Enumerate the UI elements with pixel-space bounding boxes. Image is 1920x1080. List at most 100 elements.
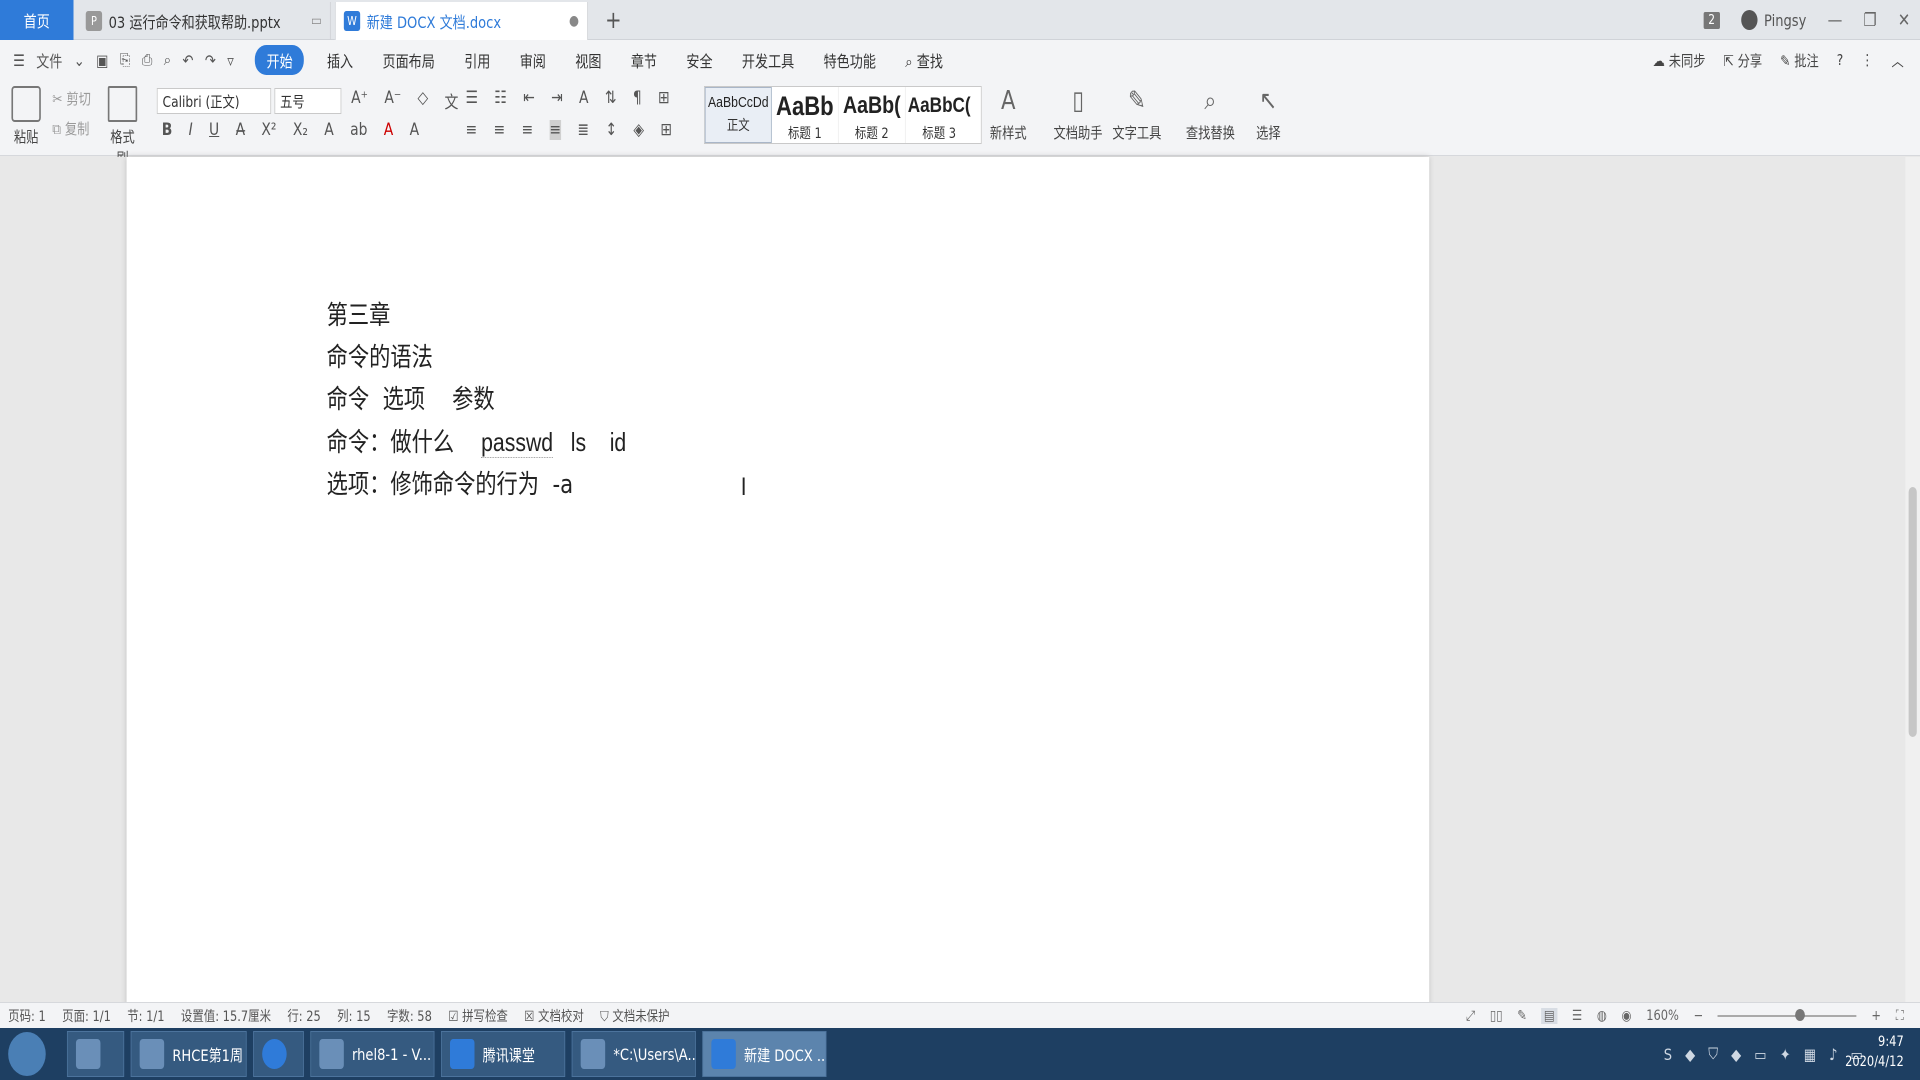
cut-button[interactable]: ✂ 剪切 (52, 88, 91, 109)
status-pages[interactable]: 页面: 1/1 (54, 1006, 119, 1026)
help-icon[interactable]: ? (1837, 51, 1844, 69)
taskbar-item[interactable]: *C:\Users\A... (571, 1031, 696, 1077)
print-icon[interactable]: ⎙ (142, 50, 152, 70)
search-command[interactable]: ⌕ 查找 (891, 48, 958, 72)
tray-chat-icon[interactable]: ▭ (1754, 1045, 1766, 1064)
sort-icon[interactable]: ⇅ (605, 88, 617, 108)
document-page[interactable]: 第三章 命令的语法 命令 选项 参数 命令：做什么 passwd ls id 选… (126, 157, 1430, 1010)
distribute-icon[interactable]: ≣ (577, 120, 589, 140)
subscript-icon[interactable]: X₂ (293, 120, 308, 140)
chinese-layout-icon[interactable]: A (579, 88, 589, 108)
tab-page-layout[interactable]: 页面布局 (368, 48, 450, 72)
tab-home[interactable]: 首页 (0, 0, 74, 40)
superscript-icon[interactable]: X² (261, 120, 276, 140)
file-menu[interactable]: 文件 (36, 48, 62, 72)
new-tab-button[interactable]: + (600, 4, 626, 36)
scrollbar-thumb[interactable] (1908, 487, 1917, 737)
align-left-icon[interactable]: ≡ (466, 120, 478, 140)
highlight-icon[interactable]: ab (350, 120, 367, 140)
status-setting[interactable]: 设置值: 15.7厘米 (173, 1006, 279, 1026)
paste-button[interactable]: 粘贴 (10, 86, 43, 147)
text-tools-button[interactable]: ✎ 文字工具 (1112, 84, 1161, 143)
share-button[interactable]: ⇱ 分享 (1723, 50, 1762, 71)
tray-app-icon[interactable]: ◆ (1731, 1045, 1741, 1064)
sync-button[interactable]: ☁ 未同步 (1653, 50, 1706, 71)
zoom-slider[interactable] (1717, 1009, 1857, 1021)
tab-docx[interactable]: W 新建 DOCX 文档.docx ● (334, 2, 589, 40)
tray-app-icon[interactable]: ◆ (1685, 1045, 1695, 1064)
line-spacing-icon[interactable]: ↕ (605, 120, 617, 140)
protect-button[interactable]: ⛉ 文档未保护 (592, 1006, 678, 1026)
strikethrough-icon[interactable]: A̶ (236, 120, 246, 140)
align-center-icon[interactable]: ≡ (493, 120, 505, 140)
redo-icon[interactable]: ↷ (205, 51, 216, 70)
undo-icon[interactable]: ↶ (183, 51, 194, 70)
tab-insert[interactable]: 插入 (312, 48, 368, 72)
proofread-button[interactable]: ☒ 文档校对 (516, 1006, 592, 1026)
taskbar-pinned-app[interactable] (66, 1031, 125, 1077)
style-heading-1[interactable]: AaBb 标题 1 (772, 87, 839, 143)
tab-unsaved-dot-icon[interactable]: ● (569, 13, 579, 29)
select-button[interactable]: ↖ 选择 (1254, 84, 1282, 143)
customize-qat-icon[interactable]: ▿ (227, 51, 234, 70)
taskbar-item[interactable]: rhel8-1 - V... (310, 1031, 435, 1077)
align-right-icon[interactable]: ≡ (521, 120, 533, 140)
outline-view-icon[interactable]: ☰ (1572, 1008, 1582, 1024)
style-normal[interactable]: AaBbCcDd 正文 (704, 87, 772, 143)
status-section[interactable]: 节: 1/1 (119, 1006, 173, 1026)
status-page-no[interactable]: 页码: 1 (0, 1006, 54, 1026)
vertical-scrollbar[interactable] (1905, 157, 1920, 1010)
shading-icon[interactable]: ◈ (633, 120, 644, 140)
tab-security[interactable]: 安全 (672, 48, 728, 72)
italic-icon[interactable]: I (189, 120, 193, 140)
restore-icon[interactable]: ❐ (1864, 10, 1877, 31)
tray-app-icon[interactable]: ✦ (1780, 1045, 1791, 1064)
tray-volume-icon[interactable]: ♪ (1829, 1045, 1837, 1064)
style-heading-2[interactable]: AaBb(标题 2 (839, 87, 906, 143)
borders-icon[interactable]: ⊞ (660, 120, 672, 140)
save-icon[interactable]: ▣ (96, 51, 108, 70)
tab-references[interactable]: 引用 (449, 48, 505, 72)
doc-helper-button[interactable]: ▯ 文档助手 (1054, 84, 1103, 143)
fit-window-icon[interactable]: ⛶ (1896, 1008, 1904, 1024)
start-button-icon[interactable] (8, 1032, 46, 1076)
bullet-list-icon[interactable]: ☰ (466, 88, 478, 108)
new-style-button[interactable]: A 新样式 (990, 84, 1027, 143)
more-icon[interactable]: ⋮ (1861, 51, 1873, 69)
user-account[interactable]: Pingsy (1741, 10, 1806, 30)
shrink-font-icon[interactable]: A⁻ (384, 88, 401, 113)
minimize-icon[interactable]: — (1828, 10, 1843, 31)
taskbar-item[interactable]: 新建 DOCX ... (702, 1031, 827, 1077)
tab-view[interactable]: 视图 (561, 48, 617, 72)
read-mode-icon[interactable]: ▯▯ (1490, 1008, 1503, 1024)
taskbar-item[interactable]: 腾讯课堂 (441, 1031, 566, 1077)
grow-font-icon[interactable]: A⁺ (351, 88, 368, 113)
find-replace-button[interactable]: ⌕ 查找替换 (1186, 84, 1235, 143)
taskbar-item[interactable]: RHCE第1周 (130, 1031, 247, 1077)
format-painter-button[interactable]: 格式刷 (105, 86, 141, 168)
copy-button[interactable]: ⧉ 复制 (52, 118, 89, 139)
close-icon[interactable]: ✕ (1898, 10, 1910, 31)
zoom-slider-knob[interactable] (1795, 1009, 1806, 1021)
collapse-ribbon-icon[interactable]: ︿ (1891, 50, 1903, 71)
window-count-badge[interactable]: 2 (1703, 11, 1720, 29)
tab-review[interactable]: 审阅 (505, 48, 561, 72)
underline-icon[interactable]: U (209, 120, 219, 140)
system-clock[interactable]: 9:47 2020/4/12 (1845, 1032, 1904, 1072)
print-preview-icon[interactable]: ⌕ (164, 50, 171, 70)
taskbar-sogou[interactable] (253, 1031, 304, 1077)
table-border-icon[interactable]: ⊞ (658, 88, 670, 108)
tab-start[interactable]: 开始 (255, 45, 305, 75)
tray-shield-icon[interactable]: ⛉ (1708, 1044, 1718, 1064)
justify-icon[interactable]: ≡ (549, 120, 562, 140)
tab-special[interactable]: 特色功能 (809, 48, 891, 72)
fullscreen-icon[interactable]: ⤢ (1466, 1008, 1475, 1024)
eye-protect-icon[interactable]: ◉ (1622, 1008, 1632, 1024)
status-words[interactable]: 字数: 58 (379, 1006, 440, 1026)
tray-network-icon[interactable]: ▦ (1804, 1045, 1816, 1064)
numbered-list-icon[interactable]: ☷ (494, 88, 506, 108)
tab-pin-icon[interactable]: ▭ (311, 13, 322, 29)
char-shading-icon[interactable]: A (410, 120, 420, 140)
increase-indent-icon[interactable]: ⇥ (551, 88, 563, 108)
decrease-indent-icon[interactable]: ⇤ (523, 88, 535, 108)
